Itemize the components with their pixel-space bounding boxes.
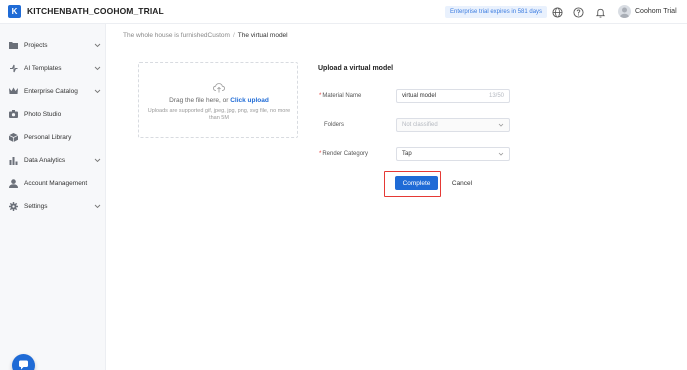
sparkle-icon (8, 63, 18, 73)
camera-icon (8, 109, 18, 119)
sidebar-item-ai-templates[interactable]: AI Templates (0, 60, 106, 76)
top-header: K KITCHENBATH_COOHOM_TRIAL Enterprise tr… (0, 0, 687, 24)
sidebar-item-label: Settings (24, 202, 48, 210)
chevron-down-icon (93, 64, 101, 72)
sidebar: Projects AI Templates Enterprise Catalog… (0, 24, 106, 370)
sidebar-item-photo-studio[interactable]: Photo Studio (0, 106, 106, 122)
user-name[interactable]: Coohom Trial (635, 8, 677, 15)
avatar[interactable] (618, 5, 631, 18)
sidebar-item-data-analytics[interactable]: Data Analytics (0, 152, 106, 168)
chevron-down-icon (498, 122, 504, 128)
sidebar-item-projects[interactable]: Projects (0, 37, 106, 53)
render-category-select[interactable]: Tap (396, 147, 510, 161)
user-icon (8, 178, 18, 188)
upload-prompt: Drag the file here, or Click upload (139, 97, 299, 104)
material-name-label: *Material Name (319, 93, 362, 99)
app-title[interactable]: KITCHENBATH_COOHOM_TRIAL (27, 6, 164, 16)
chevron-down-icon (93, 87, 101, 95)
chevron-down-icon (93, 202, 101, 210)
click-upload-link[interactable]: Click upload (230, 97, 269, 104)
crown-icon (8, 86, 18, 96)
sidebar-item-label: Personal Library (24, 133, 72, 141)
upload-hint: Uploads are supported gif, jpeg, jpg, pn… (147, 108, 291, 121)
chevron-down-icon (93, 41, 101, 49)
material-name-field[interactable]: virtual model 13/50 (396, 89, 510, 103)
form-title: Upload a virtual model (318, 65, 394, 72)
sidebar-item-label: Data Analytics (24, 156, 66, 164)
upload-prompt-text: Drag the file here, or (169, 97, 229, 104)
sidebar-item-label: Projects (24, 41, 48, 49)
character-count: 13/50 (488, 93, 504, 99)
folders-placeholder: Not classified (402, 122, 438, 128)
cancel-button[interactable]: Cancel (445, 176, 479, 190)
sidebar-item-enterprise-catalog[interactable]: Enterprise Catalog (0, 83, 106, 99)
cube-icon (8, 132, 18, 142)
sidebar-item-personal-library[interactable]: Personal Library (0, 129, 106, 145)
sidebar-item-account-management[interactable]: Account Management (0, 175, 106, 191)
chevron-down-icon (93, 156, 101, 164)
upload-dropzone[interactable]: Drag the file here, or Click upload Uplo… (138, 62, 298, 138)
bell-icon[interactable] (594, 6, 606, 18)
gear-icon (8, 201, 18, 211)
sidebar-item-label: Enterprise Catalog (24, 87, 78, 95)
folder-icon (8, 40, 18, 50)
globe-icon[interactable] (551, 6, 563, 18)
trial-badge[interactable]: Enterprise trial expires in 581 days (445, 6, 548, 18)
breadcrumb-parent[interactable]: The whole house is furnishedCustom (123, 32, 230, 39)
help-icon[interactable] (572, 6, 584, 18)
sidebar-item-settings[interactable]: Settings (0, 198, 106, 214)
chat-icon (18, 359, 29, 370)
sidebar-item-label: Photo Studio (24, 110, 62, 118)
chart-icon (8, 155, 18, 165)
folders-label: Folders (324, 122, 345, 128)
breadcrumb: The whole house is furnishedCustom / The v… (123, 32, 288, 39)
breadcrumb-current: The virtual model (237, 32, 288, 39)
chevron-down-icon (498, 151, 504, 157)
cloud-upload-icon (213, 83, 225, 93)
render-category-value: Tap (402, 151, 412, 157)
sidebar-item-label: AI Templates (24, 64, 62, 72)
material-name-value: virtual model (402, 93, 437, 99)
complete-button[interactable]: Complete (395, 176, 438, 190)
sidebar-item-label: Account Management (24, 179, 88, 187)
breadcrumb-separator: / (232, 32, 235, 39)
folders-select[interactable]: Not classified (396, 118, 510, 132)
chat-support-button[interactable] (12, 354, 35, 370)
app-logo[interactable]: K (8, 5, 21, 18)
render-category-label: *Render Category (319, 151, 369, 157)
